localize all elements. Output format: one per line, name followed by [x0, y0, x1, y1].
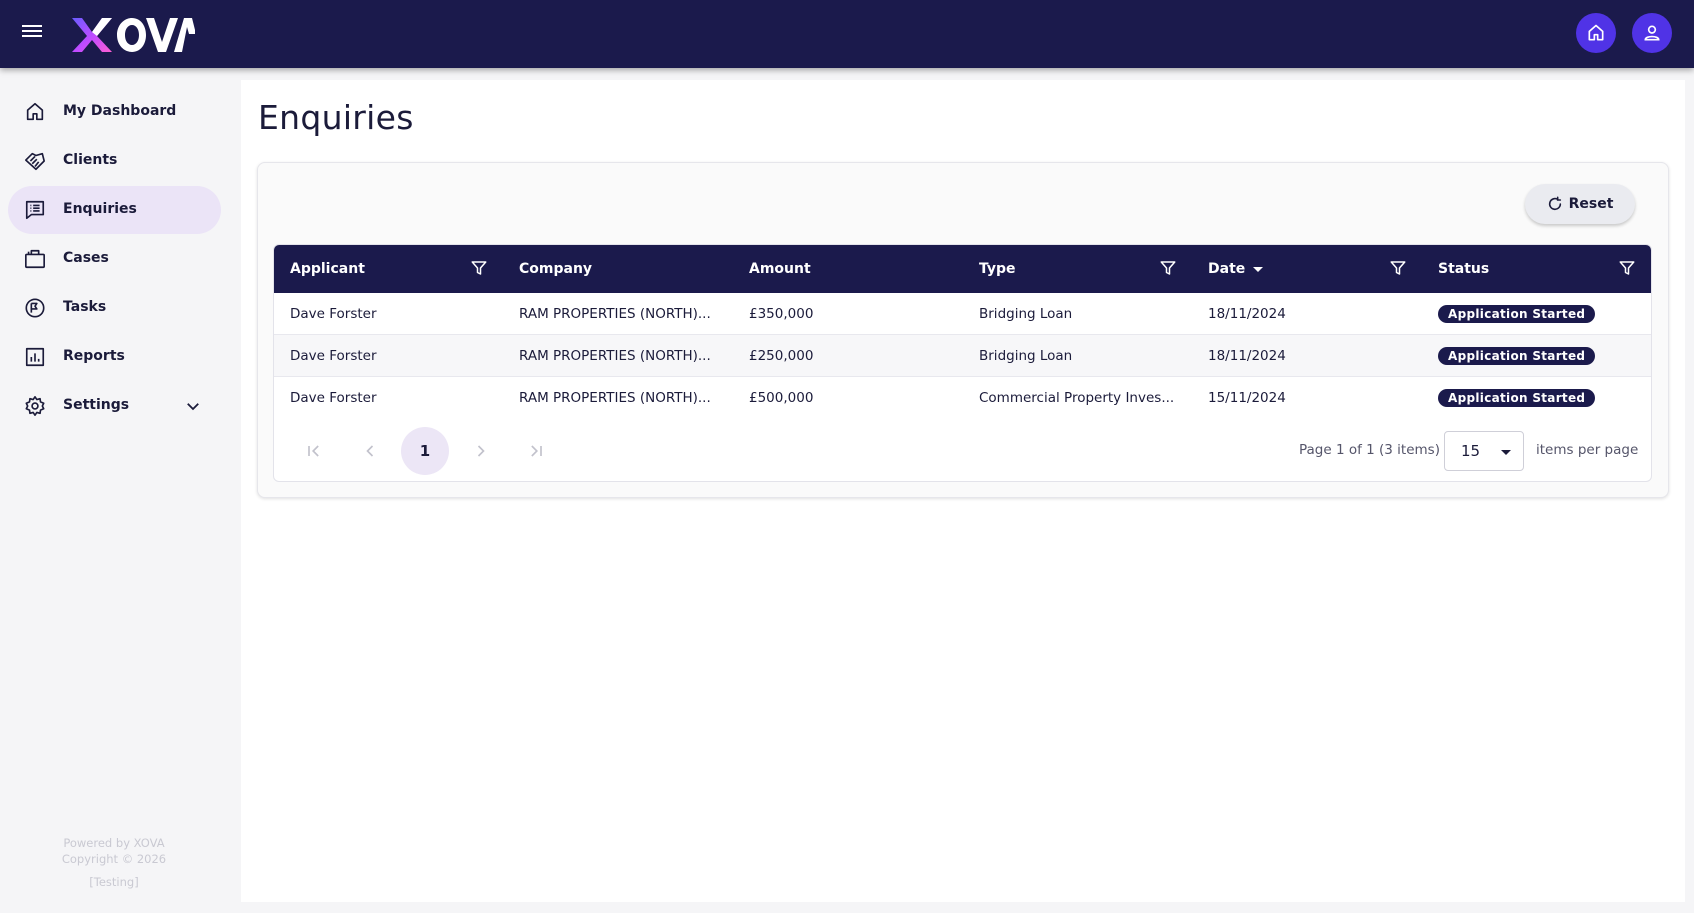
- column-header-type[interactable]: Type: [979, 245, 1016, 293]
- cell-date: 18/11/2024: [1208, 306, 1286, 322]
- sidebar-item-my-dashboard[interactable]: My Dashboard: [8, 88, 221, 136]
- copyright-text: Copyright © 2026: [61, 852, 167, 866]
- filter-icon[interactable]: [470, 259, 488, 277]
- status-badge: Application Started: [1438, 305, 1596, 323]
- sidebar-item-tasks[interactable]: Tasks: [8, 284, 221, 332]
- top-app-bar: [0, 0, 1694, 68]
- cell-company: RAM PROPERTIES (NORTH)...: [519, 306, 711, 322]
- table-row[interactable]: Dave Forster RAM PROPERTIES (NORTH)... £…: [274, 377, 1651, 419]
- cell-amount: £500,000: [749, 390, 814, 406]
- chevron-left-icon: [366, 445, 374, 457]
- cell-date: 18/11/2024: [1208, 348, 1286, 364]
- profile-button[interactable]: [1632, 13, 1672, 53]
- cell-date: 15/11/2024: [1208, 390, 1286, 406]
- sidebar-item-enquiries[interactable]: Enquiries: [8, 186, 221, 234]
- xova-logo: [72, 18, 195, 52]
- column-header-applicant[interactable]: Applicant: [290, 245, 365, 293]
- environment-text: [Testing]: [89, 875, 139, 889]
- enquiries-table: Applicant Company Amount Type Date Statu…: [273, 244, 1652, 482]
- table-header: Applicant Company Amount Type Date Statu…: [274, 245, 1651, 293]
- list-icon: [24, 199, 46, 221]
- powered-by-text: Powered by XOVA: [63, 836, 165, 850]
- status-badge: Application Started: [1438, 389, 1596, 407]
- page-1-button[interactable]: 1: [401, 427, 449, 475]
- sidebar-item-label: My Dashboard: [63, 103, 177, 119]
- column-header-date[interactable]: Date: [1208, 245, 1264, 293]
- cell-status: Application Started: [1438, 377, 1596, 419]
- main-content: Enquiries Reset Applicant Company Amount…: [241, 80, 1685, 902]
- last-page-icon: [531, 445, 542, 457]
- filter-icon[interactable]: [1389, 259, 1407, 277]
- status-badge: Application Started: [1438, 347, 1596, 365]
- sidebar-item-settings[interactable]: Settings: [8, 382, 221, 430]
- page-title: Enquiries: [258, 98, 414, 137]
- refresh-icon: [1548, 196, 1561, 211]
- first-page-button[interactable]: [290, 427, 338, 475]
- cell-type: Commercial Property Inves...: [979, 390, 1175, 406]
- sidebar-item-cases[interactable]: Cases: [8, 235, 221, 283]
- sidebar-item-label: Enquiries: [63, 201, 137, 217]
- chevron-down-icon[interactable]: [184, 397, 202, 415]
- sidebar-item-label: Clients: [63, 152, 118, 168]
- column-header-company[interactable]: Company: [519, 245, 592, 293]
- cell-amount: £250,000: [749, 348, 814, 364]
- bar-chart-icon: [24, 346, 46, 368]
- sidebar-item-label: Tasks: [63, 299, 107, 315]
- sidebar-item-reports[interactable]: Reports: [8, 333, 221, 381]
- briefcase-icon: [24, 248, 46, 270]
- cell-company: RAM PROPERTIES (NORTH)...: [519, 390, 711, 406]
- cell-amount: £350,000: [749, 306, 814, 322]
- sidebar-item-label: Settings: [63, 397, 130, 413]
- table-row[interactable]: Dave Forster RAM PROPERTIES (NORTH)... £…: [274, 335, 1651, 377]
- previous-page-button[interactable]: [346, 427, 394, 475]
- items-per-page-select[interactable]: 15: [1444, 431, 1524, 471]
- cell-type: Bridging Loan: [979, 348, 1073, 364]
- sort-desc-icon: [1253, 266, 1264, 272]
- pager-info: Page 1 of 1 (3 items): [1299, 442, 1440, 458]
- items-per-page-label: items per page: [1536, 442, 1639, 458]
- filter-icon[interactable]: [1159, 259, 1177, 277]
- cell-status: Application Started: [1438, 293, 1596, 335]
- home-icon: [1588, 24, 1604, 41]
- reset-label: Reset: [1568, 196, 1614, 212]
- caret-down-icon: [1501, 450, 1511, 455]
- gear-icon: [24, 395, 46, 417]
- next-page-button[interactable]: [457, 427, 505, 475]
- handshake-icon: [24, 150, 46, 172]
- home-button[interactable]: [1576, 13, 1616, 53]
- table-row[interactable]: Dave Forster RAM PROPERTIES (NORTH)... £…: [274, 293, 1651, 335]
- hamburger-menu-icon[interactable]: [20, 22, 44, 42]
- cell-type: Bridging Loan: [979, 306, 1073, 322]
- tasks-icon: [24, 297, 46, 319]
- chevron-right-icon: [477, 445, 485, 457]
- items-per-page-value: 15: [1461, 442, 1481, 460]
- user-icon: [1644, 25, 1660, 41]
- reset-button[interactable]: Reset: [1525, 184, 1635, 224]
- first-page-icon: [308, 445, 319, 457]
- home-icon: [24, 101, 46, 123]
- column-header-amount[interactable]: Amount: [749, 245, 811, 293]
- filter-icon[interactable]: [1618, 259, 1636, 277]
- last-page-button[interactable]: [512, 427, 560, 475]
- sidebar-item-label: Cases: [63, 250, 109, 266]
- cell-applicant: Dave Forster: [290, 390, 377, 406]
- cell-status: Application Started: [1438, 335, 1596, 377]
- sidebar: My Dashboard Clients Enquiries Cases Tas…: [0, 68, 240, 913]
- column-header-status[interactable]: Status: [1438, 245, 1489, 293]
- cell-applicant: Dave Forster: [290, 348, 377, 364]
- cell-company: RAM PROPERTIES (NORTH)...: [519, 348, 711, 364]
- sidebar-item-clients[interactable]: Clients: [8, 137, 221, 185]
- cell-applicant: Dave Forster: [290, 306, 377, 322]
- sidebar-item-label: Reports: [63, 348, 125, 364]
